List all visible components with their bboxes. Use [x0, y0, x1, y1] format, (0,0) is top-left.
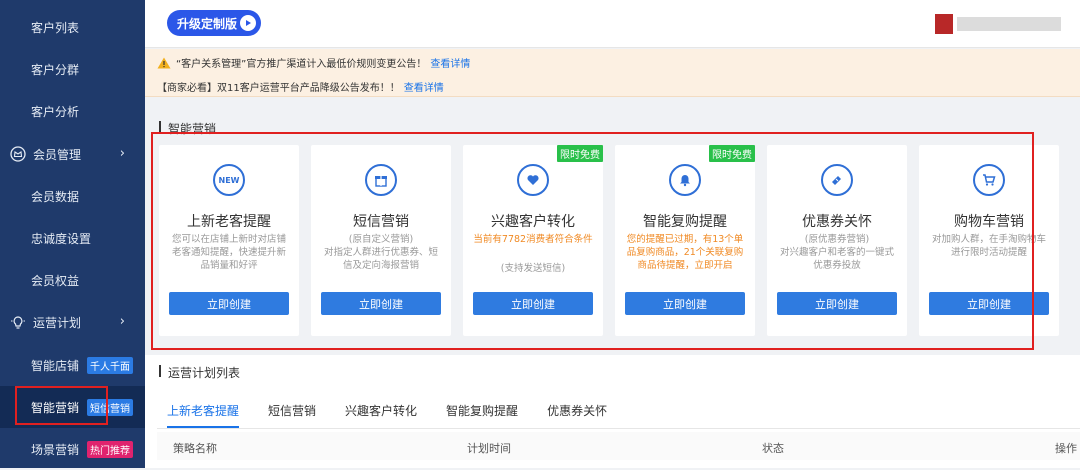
chevron-right-icon: ›: [119, 146, 125, 161]
plan-tabs: 上新老客提醒 短信营销 兴趣客户转化 智能复购提醒 优惠券关怀: [167, 402, 636, 428]
notice-text: 【商家必看】双11客户运营平台产品降级公告发布！！: [157, 83, 400, 94]
tab-coupon-care[interactable]: 优惠券关怀: [547, 402, 607, 428]
column-header: 计划时间: [467, 442, 511, 455]
notice-link[interactable]: 查看详情: [430, 55, 470, 70]
notice-line-1: “客户关系管理”官方推广渠道计入最低价规则变更公告！ 查看详情: [157, 55, 470, 70]
tab-new-arrival-reminder[interactable]: 上新老客提醒: [167, 402, 240, 428]
top-bar: 升级定制版: [145, 0, 1080, 48]
tab-interest-conversion[interactable]: 兴趣客户转化: [345, 402, 417, 428]
column-header: 策略名称: [173, 442, 217, 455]
tab-sms-marketing[interactable]: 短信营销: [268, 402, 316, 428]
column-header: 操作: [1055, 442, 1077, 455]
sidebar-item-smart-store[interactable]: 智能店铺 千人千面: [0, 344, 145, 386]
sidebar-item-label: 智能店铺: [31, 358, 80, 373]
play-icon: [240, 15, 256, 31]
notice-link[interactable]: 查看详情: [404, 79, 444, 94]
sidebar-item-label: 会员数据: [31, 189, 80, 204]
sidebar-item-label: 客户分群: [31, 62, 80, 77]
sidebar-item-customer-groups[interactable]: 客户分群: [0, 48, 145, 90]
sidebar-item-loyalty-settings[interactable]: 忠诚度设置: [0, 217, 145, 259]
sidebar-tag: 千人千面: [87, 356, 134, 374]
user-name-blurred[interactable]: [957, 17, 1061, 31]
sidebar-group-operation-plan[interactable]: 运营计划 ›: [0, 301, 145, 343]
sidebar-item-customer-analysis[interactable]: 客户分析: [0, 90, 145, 132]
bulb-icon: [10, 314, 26, 330]
sidebar-group-member-management[interactable]: 会员管理 ›: [0, 133, 145, 175]
sidebar-item-scene-marketing[interactable]: 场景营销 热门推荐: [0, 428, 145, 470]
sidebar-item-label: 客户分析: [31, 104, 80, 119]
upgrade-label: 升级定制版: [177, 16, 238, 31]
sidebar-item-label: 会员管理: [33, 147, 82, 162]
highlight-box-cards: [151, 132, 1034, 350]
sidebar-item-label: 客户列表: [31, 20, 80, 35]
notice-bar: “客户关系管理”官方推广渠道计入最低价规则变更公告！ 查看详情 【商家必看】双1…: [145, 49, 1080, 97]
notice-line-2: 【商家必看】双11客户运营平台产品降级公告发布！！ 查看详情: [157, 79, 444, 94]
warning-icon: [157, 57, 171, 68]
sidebar-item-label: 场景营销: [31, 442, 80, 457]
section-title: 运营计划列表: [159, 364, 240, 381]
highlight-box-sidebar: [15, 386, 108, 425]
sidebar-item-customer-list[interactable]: 客户列表: [0, 6, 145, 48]
tab-divider: [157, 428, 1080, 429]
avatar[interactable]: [935, 14, 953, 34]
crown-icon: [10, 146, 26, 162]
sidebar-item-member-data[interactable]: 会员数据: [0, 175, 145, 217]
sidebar-item-label: 忠诚度设置: [31, 231, 92, 246]
notice-text: “客户关系管理”官方推广渠道计入最低价规则变更公告！: [176, 59, 427, 70]
sidebar-tag: 热门推荐: [87, 440, 134, 458]
table-header: 策略名称 计划时间 状态 操作: [157, 432, 1080, 460]
sidebar-item-label: 运营计划: [33, 315, 82, 330]
upgrade-button[interactable]: 升级定制版: [167, 10, 261, 36]
column-header: 状态: [762, 442, 784, 455]
plan-list-panel: 运营计划列表 上新老客提醒 短信营销 兴趣客户转化 智能复购提醒 优惠券关怀 策…: [145, 355, 1080, 468]
sidebar-item-label: 会员权益: [31, 273, 80, 288]
sidebar-item-member-benefits[interactable]: 会员权益: [0, 259, 145, 301]
tab-smart-repurchase[interactable]: 智能复购提醒: [446, 402, 518, 428]
chevron-right-icon: ›: [119, 314, 125, 329]
